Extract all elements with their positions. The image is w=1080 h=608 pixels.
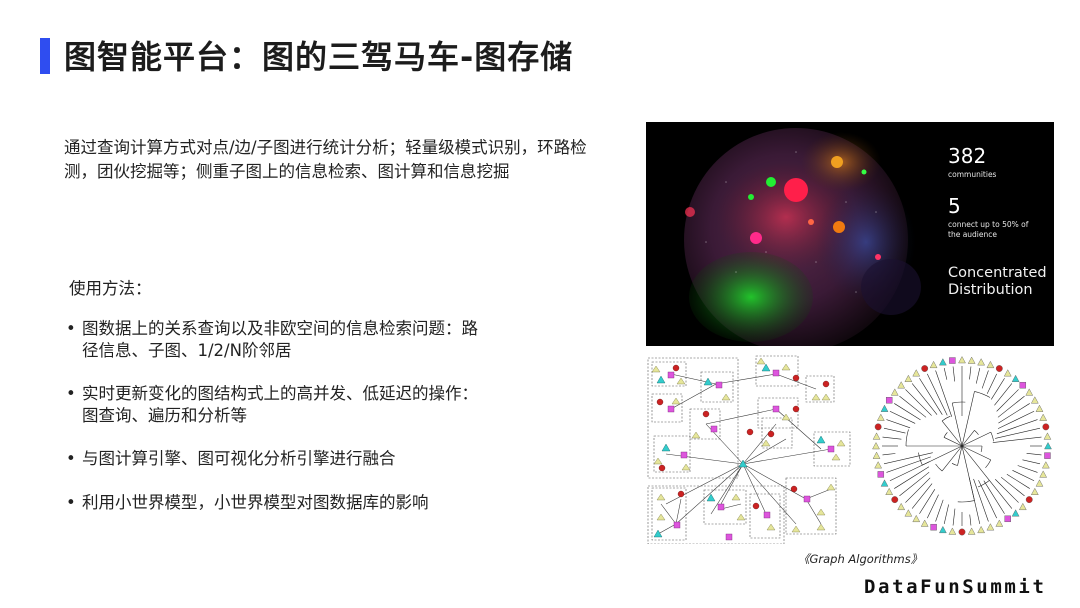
bullet-item: 利用小世界模型，小世界模型对图数据库的影响	[66, 492, 486, 514]
tree-leaf-node	[986, 523, 995, 531]
tree-leaf-node	[958, 356, 966, 364]
tree-leaf-node	[890, 388, 899, 396]
tree-leaf-node	[1039, 470, 1048, 478]
tree-leaf-node	[1030, 487, 1039, 495]
tree-leaf-node	[891, 496, 899, 504]
tree-leaf-node	[1042, 423, 1050, 431]
tree-leaf-node	[1011, 509, 1020, 517]
tree-leaf-node	[897, 381, 906, 389]
tree-leaf-node	[921, 365, 929, 372]
tree-leaf-node	[977, 525, 985, 534]
bullet-item: 实时更新变化的图结构式上的高并发、低延迟的操作：图查询、遍历和分析等	[66, 383, 486, 427]
tree-branches	[882, 366, 1042, 526]
tree-leaf-node	[995, 519, 1004, 527]
tree-leaf-node	[1030, 396, 1039, 404]
tree-leaf-node	[904, 509, 913, 517]
bullet-item: 与图计算引擎、图可视化分析引擎进行融合	[66, 448, 486, 470]
brand-logo: DataFunSummit	[864, 576, 1047, 598]
tree-leaf-node	[1039, 413, 1048, 421]
community-count: 382	[948, 144, 987, 168]
tree-leaf-node	[1042, 461, 1050, 469]
tree-leaf-node	[874, 423, 882, 431]
bullet-item: 图数据上的关系查询以及非欧空间的信息检索问题：路径信息、子图、1/2/N阶邻居	[66, 318, 486, 362]
tree-leaf-node	[912, 369, 921, 377]
tree-leaf-node	[948, 527, 957, 535]
tree-leaf-node	[986, 360, 995, 369]
tree-leaf-node	[995, 365, 1003, 372]
tree-leaf-node	[1043, 432, 1052, 440]
community-visualization: 382 communities 5 connect up to 50% of t…	[646, 122, 1054, 346]
tree-leaf-node	[949, 357, 956, 364]
tree-leaf-node	[1025, 388, 1034, 396]
tree-leaf-node	[874, 461, 882, 469]
top-community-label-2: the audience	[948, 230, 997, 239]
tree-leaf-node	[1044, 442, 1052, 450]
tree-leaf-node	[897, 502, 906, 511]
tree-leaf-node	[1025, 496, 1033, 504]
tree-leaf-node	[885, 397, 893, 404]
top-community-label-1: connect up to 50% of	[948, 220, 1029, 229]
tree-leaf-node	[1011, 374, 1020, 382]
tree-leaf-node	[958, 528, 966, 536]
top-community-count: 5	[948, 194, 961, 218]
usage-bullet-list: 图数据上的关系查询以及非欧空间的信息检索问题：路径信息、子图、1/2/N阶邻居 …	[66, 318, 486, 536]
tree-leaf-node	[1003, 369, 1012, 377]
tree-leaf-node	[872, 442, 880, 450]
radial-tree-diagram	[872, 356, 1052, 536]
tree-leaf-node	[872, 451, 881, 459]
tree-leaf-node	[872, 432, 881, 440]
tree-leaf-node	[1035, 404, 1044, 412]
tree-leaf-node	[880, 404, 889, 412]
tree-leaf-node	[1035, 479, 1044, 487]
page-title: 图智能平台：图的三驾马车-图存储	[64, 38, 574, 76]
clustered-network-diagram	[647, 355, 851, 544]
tree-leaf-node	[1044, 452, 1051, 459]
tree-leaf-node	[967, 356, 976, 364]
tree-leaf-node	[920, 519, 929, 527]
tree-leaf-node	[1004, 515, 1011, 523]
tree-leaf-node	[904, 374, 913, 382]
title-accent-bar	[40, 38, 50, 74]
tree-leaf-node	[1018, 502, 1027, 511]
tree-leaf-node	[967, 527, 976, 535]
tree-leaf-node	[885, 487, 894, 495]
intro-paragraph: 通过查询计算方式对点/边/子图进行统计分析；轻量级模式识别，环路检测，团伙挖掘等…	[64, 138, 587, 181]
tree-leaf-node	[880, 479, 889, 487]
tree-leaf-node	[939, 358, 947, 366]
community-count-label: communities	[948, 170, 997, 179]
tree-leaf-node	[939, 525, 947, 534]
tree-leaf-node	[876, 413, 885, 421]
tree-leaf-node	[912, 514, 921, 523]
headline-line-1: Concentrated	[948, 265, 1047, 281]
tree-leaf-node	[930, 523, 937, 531]
tree-leaf-node	[929, 360, 938, 369]
tree-leaf-node	[877, 471, 885, 478]
usage-heading: 使用方法：	[69, 279, 152, 298]
headline-line-2: Distribution	[948, 282, 1033, 298]
tree-leaf-node	[1019, 381, 1027, 389]
tree-leaf-node	[977, 358, 985, 366]
figure-caption: 《Graph Algorithms》	[798, 552, 923, 566]
